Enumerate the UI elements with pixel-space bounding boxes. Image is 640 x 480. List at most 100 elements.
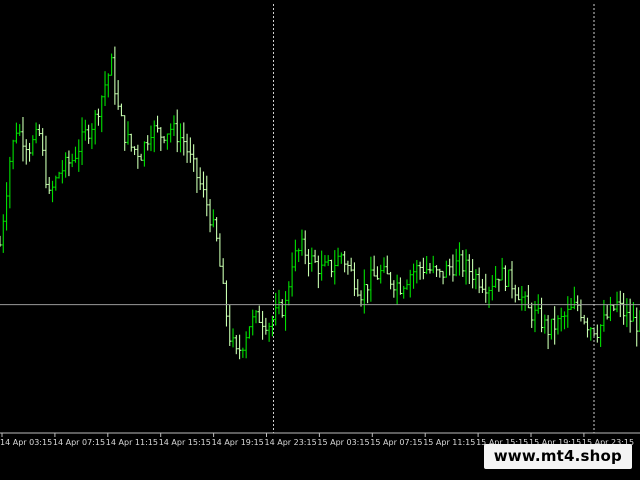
price-chart[interactable]: 14 Apr 03:15 14 Apr 07:15 14 Apr 11:15 14 A… bbox=[0, 0, 640, 452]
ohlc-bar bbox=[27, 142, 32, 162]
ohlc-bar bbox=[139, 153, 143, 161]
ohlc-bar bbox=[333, 250, 337, 285]
ohlc-bar bbox=[326, 255, 330, 266]
ohlc-bar bbox=[618, 290, 622, 318]
ohlc-bar bbox=[224, 280, 229, 327]
ohlc-bar bbox=[132, 146, 137, 156]
ohlc-bar bbox=[471, 259, 475, 289]
chart-canvas[interactable]: 14 Apr 03:15 14 Apr 07:15 14 Apr 11:15 14 A… bbox=[0, 0, 640, 452]
ohlc-bar bbox=[247, 326, 252, 339]
candles-group bbox=[0, 46, 640, 360]
ohlc-bar bbox=[582, 314, 586, 325]
ohlc-bar bbox=[362, 269, 366, 314]
ohlc-bar bbox=[480, 278, 485, 293]
ohlc-bar bbox=[605, 305, 609, 320]
ohlc-bar bbox=[198, 167, 202, 191]
ohlc-bar bbox=[264, 317, 268, 335]
ohlc-bar bbox=[510, 261, 514, 299]
ohlc-bar bbox=[57, 171, 61, 179]
ohlc-bar bbox=[612, 304, 616, 312]
ohlc-bar bbox=[155, 115, 160, 133]
x-tick-label: 14 Apr 03:15 bbox=[0, 438, 52, 447]
ohlc-bar bbox=[54, 175, 58, 191]
ohlc-bar bbox=[425, 256, 429, 275]
ohlc-bar bbox=[73, 146, 78, 163]
ohlc-bar bbox=[123, 115, 127, 151]
ohlc-bar bbox=[24, 139, 28, 165]
ohlc-bar bbox=[457, 242, 462, 276]
ohlc-bar bbox=[625, 298, 629, 328]
ohlc-bar bbox=[106, 73, 110, 98]
ohlc-bar bbox=[80, 117, 84, 165]
ohlc-bar bbox=[431, 255, 435, 274]
ohlc-bar bbox=[553, 306, 557, 345]
ohlc-bar bbox=[237, 334, 242, 360]
ohlc-bar bbox=[451, 254, 455, 282]
ohlc-bar bbox=[349, 257, 353, 272]
ohlc-bar bbox=[1, 214, 5, 253]
x-tick-label: 14 Apr 19:15 bbox=[212, 438, 264, 447]
ohlc-bar bbox=[543, 314, 547, 334]
ohlc-bar bbox=[34, 122, 38, 144]
ohlc-bar bbox=[444, 260, 448, 278]
ohlc-bar bbox=[536, 294, 540, 314]
ohlc-bar bbox=[438, 268, 442, 278]
x-tick-label: 14 Apr 07:15 bbox=[53, 438, 105, 447]
ohlc-bar bbox=[408, 269, 412, 298]
ohlc-bar bbox=[267, 322, 271, 342]
ohlc-bar bbox=[313, 249, 317, 263]
ohlc-bar bbox=[287, 281, 291, 306]
ohlc-bar bbox=[503, 265, 508, 292]
ohlc-bar bbox=[398, 277, 403, 295]
ohlc-bar bbox=[280, 299, 284, 318]
ohlc-bar bbox=[277, 289, 281, 315]
ohlc-bar bbox=[218, 233, 222, 267]
ohlc-bar bbox=[369, 256, 373, 302]
ohlc-bar bbox=[231, 328, 235, 348]
ohlc-bar bbox=[44, 135, 48, 189]
ohlc-bar bbox=[172, 115, 176, 136]
ohlc-bar bbox=[234, 335, 238, 355]
ohlc-bar bbox=[90, 123, 94, 150]
ohlc-bar bbox=[208, 199, 212, 233]
ohlc-bar bbox=[211, 209, 215, 228]
ohlc-bar bbox=[513, 284, 517, 303]
ohlc-bar bbox=[251, 309, 255, 336]
ohlc-bar bbox=[306, 249, 311, 277]
ohlc-bar bbox=[467, 254, 471, 285]
ohlc-bar bbox=[365, 284, 370, 304]
ohlc-bar bbox=[100, 95, 104, 133]
ohlc-bar bbox=[18, 124, 22, 136]
ohlc-bar bbox=[0, 235, 2, 247]
ohlc-bar bbox=[576, 295, 580, 312]
ohlc-bar bbox=[500, 257, 504, 281]
ohlc-bar bbox=[530, 302, 534, 328]
ohlc-bar bbox=[395, 274, 399, 305]
ohlc-bar bbox=[402, 285, 406, 299]
ohlc-bar bbox=[310, 247, 314, 272]
ohlc-bar bbox=[461, 250, 465, 277]
ohlc-bar bbox=[254, 310, 258, 324]
ohlc-bar bbox=[546, 315, 550, 350]
ohlc-bar bbox=[628, 298, 632, 333]
x-tick-label: 15 Apr 11:15 bbox=[423, 438, 475, 447]
ohlc-bar bbox=[464, 249, 468, 285]
ohlc-bar bbox=[178, 123, 183, 153]
ohlc-bar bbox=[569, 298, 573, 311]
ohlc-bar bbox=[320, 250, 324, 281]
ohlc-bar bbox=[260, 310, 265, 340]
ohlc-bar bbox=[523, 291, 527, 312]
ohlc-bar bbox=[372, 255, 376, 277]
ohlc-bar bbox=[562, 311, 567, 330]
ohlc-bar bbox=[67, 150, 71, 177]
ohlc-bar bbox=[300, 229, 304, 256]
x-tick-label: 14 Apr 23:15 bbox=[265, 438, 317, 447]
ohlc-bar bbox=[428, 263, 432, 274]
ohlc-bar bbox=[14, 122, 19, 144]
ohlc-bar bbox=[142, 141, 147, 167]
ohlc-bar bbox=[146, 135, 150, 151]
ohlc-bar bbox=[169, 123, 173, 143]
ohlc-bar bbox=[136, 144, 140, 169]
ohlc-bar bbox=[47, 177, 51, 194]
ohlc-bar bbox=[83, 119, 87, 141]
